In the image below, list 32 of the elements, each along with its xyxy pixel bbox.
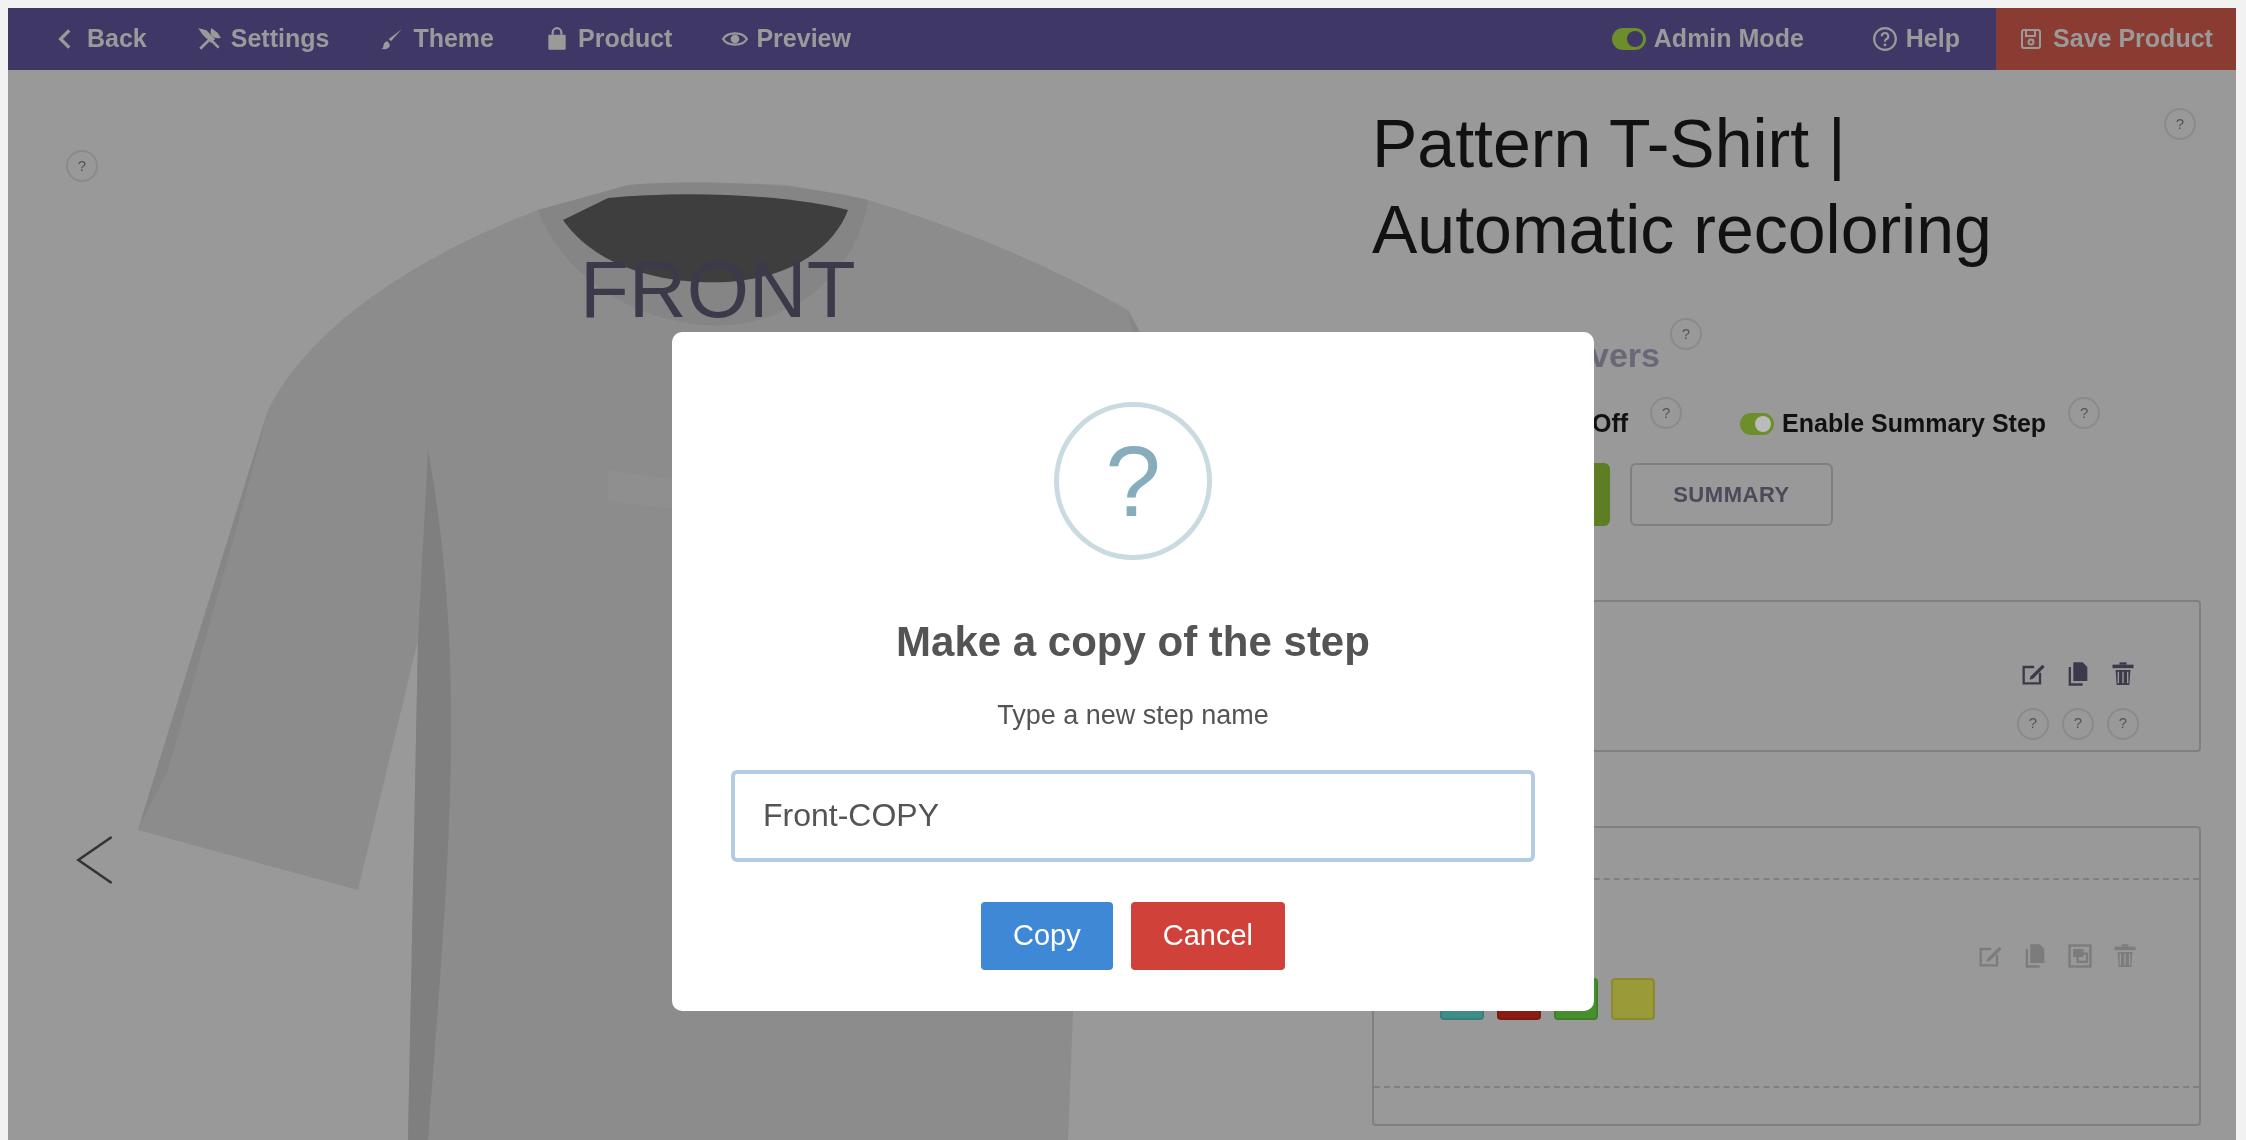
help-icon[interactable]: ? bbox=[2068, 396, 2101, 429]
help-icon[interactable]: ? bbox=[2164, 108, 2196, 140]
help-icon bbox=[1871, 26, 1898, 52]
help-icon[interactable]: ? bbox=[66, 150, 98, 182]
resize-icon[interactable] bbox=[2066, 941, 2094, 970]
help-icon[interactable]: ? bbox=[1669, 318, 1702, 350]
dialog-button[interactable]: Cancel bbox=[1130, 901, 1285, 970]
help-button[interactable]: Help bbox=[1871, 20, 1960, 58]
toolbar-button[interactable]: Theme bbox=[379, 20, 494, 58]
product-title: Pattern T-Shirt | Automatic recoloring bbox=[1372, 104, 1993, 269]
toggle-switch[interactable] bbox=[1740, 412, 1775, 435]
help-icon[interactable]: ? bbox=[2017, 707, 2049, 740]
save-button[interactable]: Save Product bbox=[1996, 8, 2236, 70]
dialog-button[interactable]: Copy bbox=[981, 901, 1113, 970]
name-input-field[interactable]: Front-COPY bbox=[731, 769, 1535, 862]
help-icon[interactable]: ? bbox=[2062, 707, 2094, 740]
help-icon[interactable]: ? bbox=[2107, 707, 2139, 740]
admin-mode-label: Admin Mode bbox=[1653, 23, 1804, 55]
help-icon[interactable]: ? bbox=[1650, 396, 1683, 429]
toolbar-button[interactable]: Product bbox=[544, 20, 673, 58]
step-tab[interactable]: SUMMARY bbox=[1630, 462, 1833, 526]
toolbar-button[interactable]: Settings bbox=[196, 20, 330, 58]
dialog-message: Type a new step name bbox=[997, 699, 1269, 732]
toolbar-button[interactable]: Back bbox=[53, 20, 147, 58]
toolbar-button[interactable]: Preview bbox=[722, 20, 851, 58]
toggle-switch[interactable] bbox=[1611, 28, 1646, 50]
dialog-title: Make a copy of the step bbox=[896, 617, 1370, 667]
color-swatch[interactable] bbox=[1611, 977, 1655, 1020]
question-icon: ? bbox=[1054, 402, 1212, 560]
option-label: Off bbox=[1592, 408, 1629, 439]
wrench-screwdriver-icon bbox=[196, 26, 223, 52]
option-label: Enable Summary Step bbox=[1782, 408, 2047, 439]
